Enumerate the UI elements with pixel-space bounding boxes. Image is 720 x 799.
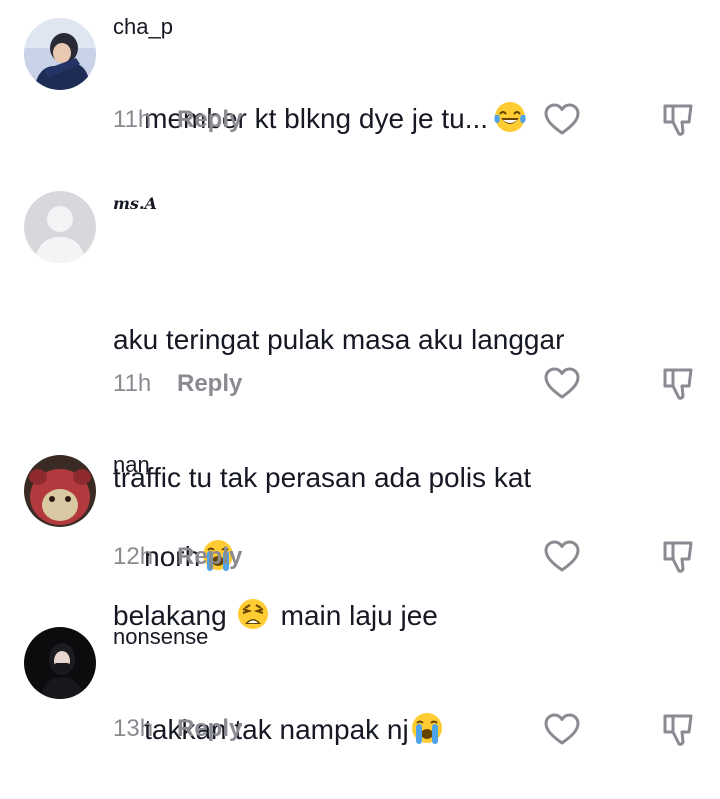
comment-username[interactable]: nonsense — [113, 624, 208, 650]
comment-meta: 13h Reply — [113, 715, 242, 743]
reply-button[interactable]: Reply — [177, 106, 242, 133]
heart-outline-icon[interactable] — [542, 100, 582, 140]
comment-item: ms.A aku teringat pulak masa aku langgar… — [0, 170, 720, 631]
reply-button[interactable]: Reply — [177, 370, 242, 397]
comment-username[interactable]: nan — [113, 452, 150, 478]
comment-meta: 11h Reply — [113, 106, 242, 134]
reply-button[interactable]: Reply — [177, 543, 242, 570]
comment-timestamp: 11h — [113, 106, 152, 133]
comment-text-line: aku teringat pulak masa aku langgar — [113, 324, 565, 355]
comment-timestamp: 13h — [113, 715, 154, 742]
thumbs-down-outline-icon[interactable] — [658, 537, 698, 577]
thumbs-down-outline-icon[interactable] — [658, 710, 698, 750]
thumbs-down-outline-icon[interactable] — [658, 364, 698, 404]
avatar[interactable] — [24, 627, 96, 699]
reply-button[interactable]: Reply — [177, 715, 242, 742]
comment-item: nan norh 12h Reply — [0, 440, 720, 610]
avatar[interactable] — [24, 191, 96, 263]
avatar[interactable] — [24, 455, 96, 527]
tears-of-joy-emoji — [494, 102, 526, 132]
heart-outline-icon[interactable] — [542, 364, 582, 404]
comment-meta: 12h Reply — [113, 543, 242, 571]
heart-outline-icon[interactable] — [542, 710, 582, 750]
comment-meta: 11h Reply — [113, 370, 242, 398]
comment-item: cha_p member kt blkng dye je tu... 11h Re… — [0, 0, 720, 170]
comment-item: nonsense takkan tak nampak nj 13h Reply — [0, 612, 720, 755]
heart-outline-icon[interactable] — [542, 537, 582, 577]
thumbs-down-outline-icon[interactable] — [658, 100, 698, 140]
comment-timestamp: 12h — [113, 543, 154, 570]
comment-username[interactable]: ms.A — [113, 194, 157, 213]
avatar[interactable] — [24, 18, 96, 90]
comment-username[interactable]: cha_p — [113, 14, 173, 40]
loudly-crying-face-emoji — [411, 713, 442, 744]
comment-timestamp: 11h — [113, 370, 152, 397]
